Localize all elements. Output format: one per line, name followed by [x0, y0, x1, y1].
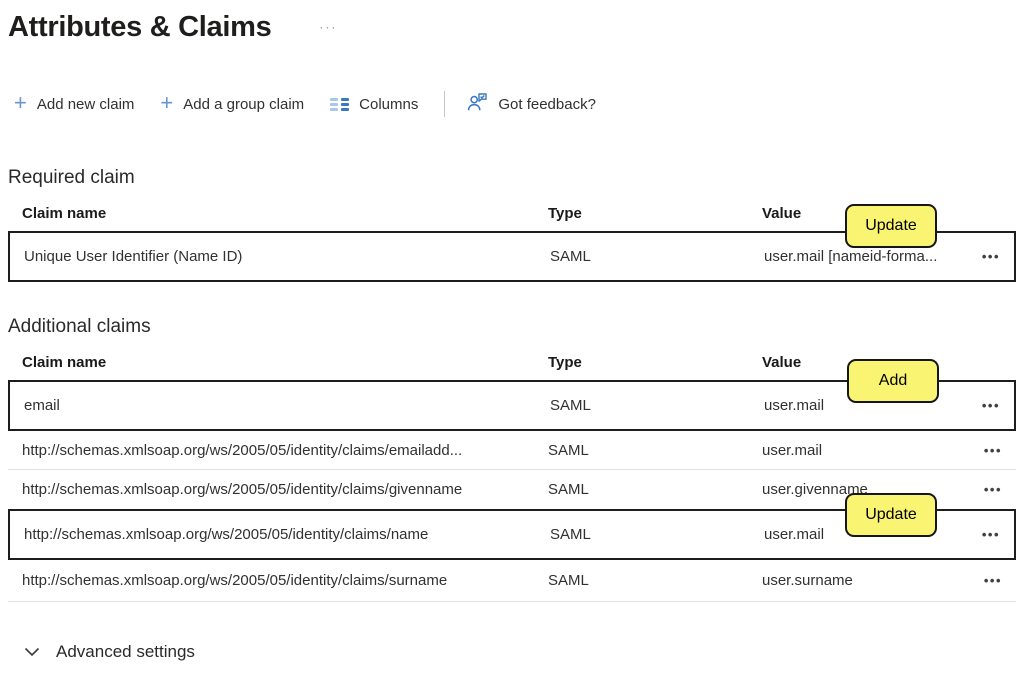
claim-name-cell: http://schemas.xmlsoap.org/ws/2005/05/id…	[24, 526, 550, 543]
plus-icon: +	[160, 93, 173, 113]
feedback-icon	[467, 92, 488, 117]
column-header-type: Type	[548, 354, 762, 371]
columns-label: Columns	[359, 96, 418, 113]
additional-claims-heading: Additional claims	[8, 316, 1024, 338]
page-header: Attributes & Claims ···	[0, 0, 1024, 44]
attributes-claims-page: Attributes & Claims ··· + Add new claim …	[0, 0, 1024, 673]
got-feedback-label: Got feedback?	[498, 96, 596, 113]
table-row-emailaddress[interactable]: http://schemas.xmlsoap.org/ws/2005/05/id…	[8, 431, 1016, 470]
claim-type-cell: SAML	[548, 442, 762, 459]
add-new-claim-label: Add new claim	[37, 96, 135, 113]
plus-icon: +	[14, 93, 27, 113]
columns-button[interactable]: Columns	[330, 96, 418, 113]
claim-value-cell: user.mail	[762, 442, 962, 459]
claim-name-cell: http://schemas.xmlsoap.org/ws/2005/05/id…	[22, 481, 548, 498]
more-options-icon[interactable]: •••	[982, 249, 1000, 264]
columns-icon	[330, 98, 349, 111]
claim-type-cell: SAML	[550, 397, 764, 414]
more-options-icon[interactable]: •••	[982, 398, 1000, 413]
add-group-claim-label: Add a group claim	[183, 96, 304, 113]
add-new-claim-button[interactable]: + Add new claim	[14, 95, 134, 113]
toolbar-divider	[444, 91, 445, 117]
column-header-claim-name: Claim name	[22, 205, 548, 222]
table-row-surname[interactable]: http://schemas.xmlsoap.org/ws/2005/05/id…	[8, 560, 1016, 602]
command-bar: + Add new claim + Add a group claim Colu…	[14, 88, 1024, 120]
annotation-update-required-claim: Update	[845, 204, 937, 248]
page-title: Attributes & Claims	[8, 10, 271, 44]
add-group-claim-button[interactable]: + Add a group claim	[160, 95, 304, 113]
chevron-down-icon	[24, 647, 40, 657]
claim-value-cell: user.surname	[762, 572, 962, 589]
claim-type-cell: SAML	[548, 481, 762, 498]
claim-type-cell: SAML	[548, 572, 762, 589]
claim-value-cell: user.mail [nameid-forma...	[764, 248, 960, 265]
annotation-add-email-claim: Add	[847, 359, 939, 403]
column-header-type: Type	[548, 205, 762, 222]
claim-type-cell: SAML	[550, 248, 764, 265]
more-options-icon[interactable]: •••	[982, 527, 1000, 542]
required-claim-heading: Required claim	[8, 167, 1024, 189]
claim-name-cell: http://schemas.xmlsoap.org/ws/2005/05/id…	[22, 442, 548, 459]
annotation-update-name-claim: Update	[845, 493, 937, 537]
column-header-claim-name: Claim name	[22, 354, 548, 371]
more-options-icon[interactable]: •••	[984, 573, 1002, 588]
claim-name-cell: http://schemas.xmlsoap.org/ws/2005/05/id…	[22, 572, 548, 589]
claim-name-cell: email	[24, 397, 550, 414]
claim-name-cell: Unique User Identifier (Name ID)	[24, 248, 550, 265]
advanced-settings-label: Advanced settings	[56, 642, 195, 662]
claim-type-cell: SAML	[550, 526, 764, 543]
got-feedback-button[interactable]: Got feedback?	[467, 92, 596, 117]
more-options-icon[interactable]: •••	[984, 443, 1002, 458]
page-more-menu-icon[interactable]: ···	[319, 22, 337, 32]
more-options-icon[interactable]: •••	[984, 482, 1002, 497]
advanced-settings-toggle[interactable]: Advanced settings	[24, 642, 195, 662]
